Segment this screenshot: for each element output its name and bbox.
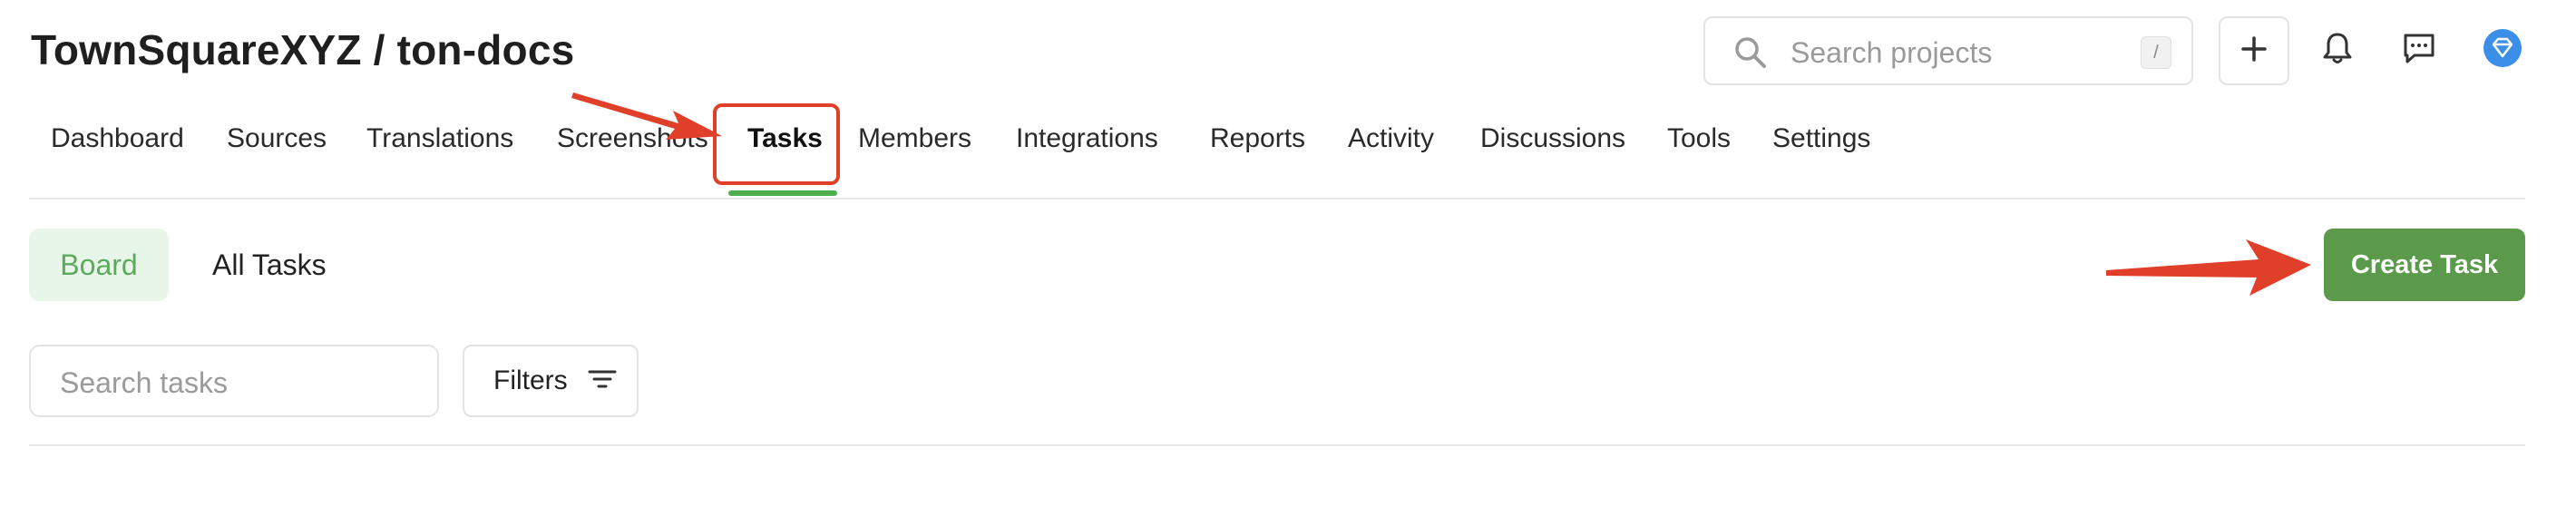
tab-dashboard[interactable]: Dashboard [51, 123, 184, 154]
add-button[interactable] [2219, 16, 2289, 85]
tab-activity[interactable]: Activity [1348, 123, 1434, 154]
board-view-button[interactable]: Board [29, 229, 169, 301]
toolbar-divider [29, 444, 2525, 446]
filters-label: Filters [493, 365, 568, 395]
bell-icon [2321, 31, 2354, 70]
tab-settings[interactable]: Settings [1772, 123, 1870, 154]
search-shortcut-hint: / [2141, 36, 2171, 69]
notifications-button[interactable] [2315, 27, 2360, 73]
active-tab-indicator [728, 190, 837, 196]
create-task-button[interactable]: Create Task [2324, 229, 2525, 301]
search-placeholder: Search projects [1791, 36, 1993, 69]
project-search-input[interactable]: Search projects / [1703, 16, 2193, 85]
filter-lines-icon [588, 368, 617, 394]
tab-sources[interactable]: Sources [227, 123, 327, 154]
search-icon [1732, 34, 1769, 71]
nav-divider [29, 198, 2525, 200]
diamond-avatar-icon [2483, 28, 2522, 73]
tab-reports[interactable]: Reports [1210, 123, 1305, 154]
tab-discussions[interactable]: Discussions [1480, 123, 1625, 154]
filters-button[interactable]: Filters [463, 345, 639, 417]
arrow-to-create-task-icon [2106, 239, 2311, 296]
user-avatar[interactable] [2480, 27, 2525, 73]
page-title: TownSquareXYZ / ton-docs [31, 26, 575, 73]
plus-icon [2240, 35, 2268, 67]
messages-button[interactable] [2396, 27, 2442, 73]
tab-screenshots[interactable]: Screenshots [557, 123, 708, 154]
tab-tools[interactable]: Tools [1667, 123, 1731, 154]
tab-members[interactable]: Members [858, 123, 971, 154]
tab-integrations[interactable]: Integrations [1016, 123, 1158, 154]
tab-translations[interactable]: Translations [366, 123, 513, 154]
chat-icon [2402, 32, 2436, 69]
tab-tasks[interactable]: Tasks [747, 123, 823, 154]
all-tasks-view-button[interactable]: All Tasks [212, 229, 327, 301]
task-search-placeholder: Search tasks [60, 366, 228, 399]
task-search-input[interactable]: Search tasks [29, 345, 439, 417]
